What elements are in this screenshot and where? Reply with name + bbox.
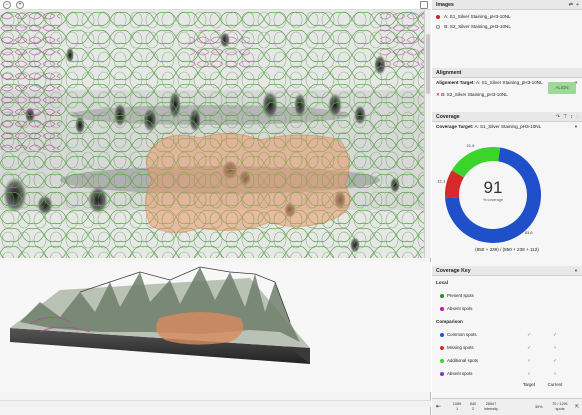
spot-counter: 70 / 1201 spots bbox=[546, 402, 574, 411]
absent-spots-marker-icon bbox=[440, 306, 444, 311]
image-b-label: B: S2_Silver Staining_pH3-10NL bbox=[444, 24, 511, 29]
coverage-percent-value: 91 bbox=[483, 178, 503, 197]
key-additional-spots: Additional spots × ✓ bbox=[432, 354, 582, 367]
alignment-target-value: A: S1_Silver Staining_pH3-10NL bbox=[476, 80, 543, 85]
alignment-item-label: B: S2_Silver Staining_pH3-10NL bbox=[441, 92, 508, 97]
gel-image-canvas[interactable] bbox=[0, 10, 424, 258]
absent-current-cross-icon: × bbox=[553, 371, 557, 376]
donut-slice-additional bbox=[451, 147, 501, 178]
coverage-section-header: Coverage ↷ ⊤ ↕ ◌ bbox=[432, 112, 582, 122]
zoom-out-button[interactable]: − bbox=[3, 1, 11, 9]
chevron-down-icon[interactable]: ▼ bbox=[574, 266, 578, 276]
missing-spots-label: Missing spots bbox=[447, 345, 474, 350]
present-spots-label: Present spots bbox=[447, 293, 474, 298]
scrollbar-thumb[interactable] bbox=[426, 34, 430, 94]
images-header-icons: ⇄ + bbox=[569, 0, 579, 10]
coverage-target-row[interactable]: Coverage Target: A: S1_Silver Staining_p… bbox=[432, 122, 582, 132]
stat-3-label: intensity bbox=[484, 406, 498, 411]
refresh-icon[interactable]: ◌ bbox=[576, 114, 579, 120]
missing-spots-marker-icon bbox=[440, 345, 444, 350]
zoom-in-button[interactable]: + bbox=[16, 1, 24, 9]
alignment-section-header: Alignment bbox=[432, 68, 582, 78]
col-current-label: Current bbox=[547, 382, 563, 387]
alignment-target-label: Alignment Target: bbox=[436, 80, 475, 85]
align-button[interactable]: ALIGN bbox=[548, 82, 576, 94]
common-target-check-icon: ✓ bbox=[527, 332, 531, 337]
coverage-target-label: Coverage Target: bbox=[436, 124, 474, 129]
stat-1: 1089 1 bbox=[450, 402, 464, 411]
absent-target-cross-icon: × bbox=[527, 371, 531, 376]
sort-icon[interactable]: ↕ bbox=[570, 114, 573, 120]
common-current-check-icon: ✓ bbox=[553, 332, 557, 337]
fit-view-button[interactable] bbox=[420, 1, 428, 9]
viewer-toolbar: − + bbox=[0, 0, 431, 10]
additional-current-check-icon: ✓ bbox=[553, 358, 557, 363]
zoom-level[interactable]: 30% bbox=[535, 405, 543, 409]
chevron-down-icon[interactable]: ▼ bbox=[574, 122, 578, 132]
image-a-label: A: S1_Silver Staining_pH3-10NL bbox=[444, 14, 511, 19]
absent-comparison-marker-icon bbox=[440, 371, 444, 376]
common-spots-marker-icon bbox=[440, 332, 444, 337]
missing-target-check-icon: ✓ bbox=[527, 345, 531, 350]
vertical-scrollbar[interactable] bbox=[424, 10, 431, 258]
donut-label-common: 83.6 bbox=[525, 230, 534, 235]
coverage-key-title: Coverage Key bbox=[436, 268, 471, 274]
horizontal-scrollbar[interactable] bbox=[0, 400, 431, 407]
absent-spots-label: Absent spots bbox=[447, 306, 473, 311]
key-common-spots: Common spots ✓ ✓ bbox=[432, 328, 582, 341]
spot-counter-label: spots bbox=[555, 406, 565, 411]
present-spots-marker-icon bbox=[440, 293, 444, 298]
coverage-target-value: A: S1_Silver Staining_pH3-10NL bbox=[474, 124, 542, 129]
additional-target-cross-icon: × bbox=[527, 358, 531, 363]
key-missing-spots: Missing spots ✓ × bbox=[432, 341, 582, 354]
additional-spots-label: Additional spots bbox=[447, 358, 478, 363]
images-title: Images bbox=[436, 2, 454, 8]
swap-icon[interactable]: ⇄ bbox=[569, 2, 573, 8]
stat-1-label: 1 bbox=[455, 406, 459, 411]
flip-icon[interactable]: ↷ bbox=[556, 114, 560, 120]
gel-image bbox=[0, 10, 424, 258]
image-item-b[interactable]: B: S2_Silver Staining_pH3-10NL bbox=[432, 22, 582, 32]
image-item-a[interactable]: A: S1_Silver Staining_pH3-10NL bbox=[432, 12, 582, 22]
common-spots-label: Common spots bbox=[447, 332, 477, 337]
coverage-title: Coverage bbox=[436, 114, 460, 120]
3d-surface bbox=[10, 266, 310, 364]
coverage-key-header: Coverage Key ▼ bbox=[432, 266, 582, 276]
comparison-title: Comparison bbox=[436, 319, 463, 324]
stat-3: 28547 intensity bbox=[482, 402, 500, 411]
add-image-icon[interactable]: + bbox=[576, 2, 579, 8]
key-present-spots: Present spots bbox=[432, 289, 582, 302]
absent-comparison-label: Absent spots bbox=[447, 371, 473, 376]
status-bar: ⇤ 1089 1 840 2 28547 intensity 30% 70 / 120… bbox=[432, 398, 582, 415]
expand-icon[interactable]: ⇱ bbox=[575, 404, 579, 410]
local-title: Local bbox=[436, 280, 448, 285]
additional-spots-marker-icon bbox=[440, 358, 444, 363]
coverage-header-icons: ↷ ⊤ ↕ ◌ bbox=[556, 112, 579, 122]
image-viewer-pane: − + bbox=[0, 0, 431, 415]
image-b-marker-icon bbox=[436, 24, 440, 29]
key-absent-spots-comparison: Absent spots × × bbox=[432, 367, 582, 380]
close-icon[interactable]: ✕ bbox=[436, 92, 440, 97]
alignment-title: Alignment bbox=[436, 70, 462, 76]
coverage-percent-caption: % coverage bbox=[482, 198, 504, 202]
image-a-marker-icon bbox=[436, 14, 440, 19]
key-column-headers: Target Current bbox=[432, 380, 582, 390]
key-absent-spots-local: Absent spots bbox=[432, 302, 582, 315]
3d-view[interactable] bbox=[0, 262, 431, 392]
stat-2: 840 2 bbox=[466, 402, 480, 411]
col-target-label: Target bbox=[522, 382, 536, 387]
images-section-header: Images ⇄ + bbox=[432, 0, 582, 10]
pin-icon[interactable]: ⊤ bbox=[563, 114, 568, 120]
stat-2-label: 2 bbox=[471, 406, 475, 411]
missing-current-cross-icon: × bbox=[553, 345, 557, 350]
donut-label-additional: 21.9 bbox=[467, 143, 476, 148]
collapse-left-icon[interactable]: ⇤ bbox=[436, 403, 441, 410]
app-window: − + Images ⇄ + A: S1_Silver Staining_pH3… bbox=[0, 0, 582, 415]
